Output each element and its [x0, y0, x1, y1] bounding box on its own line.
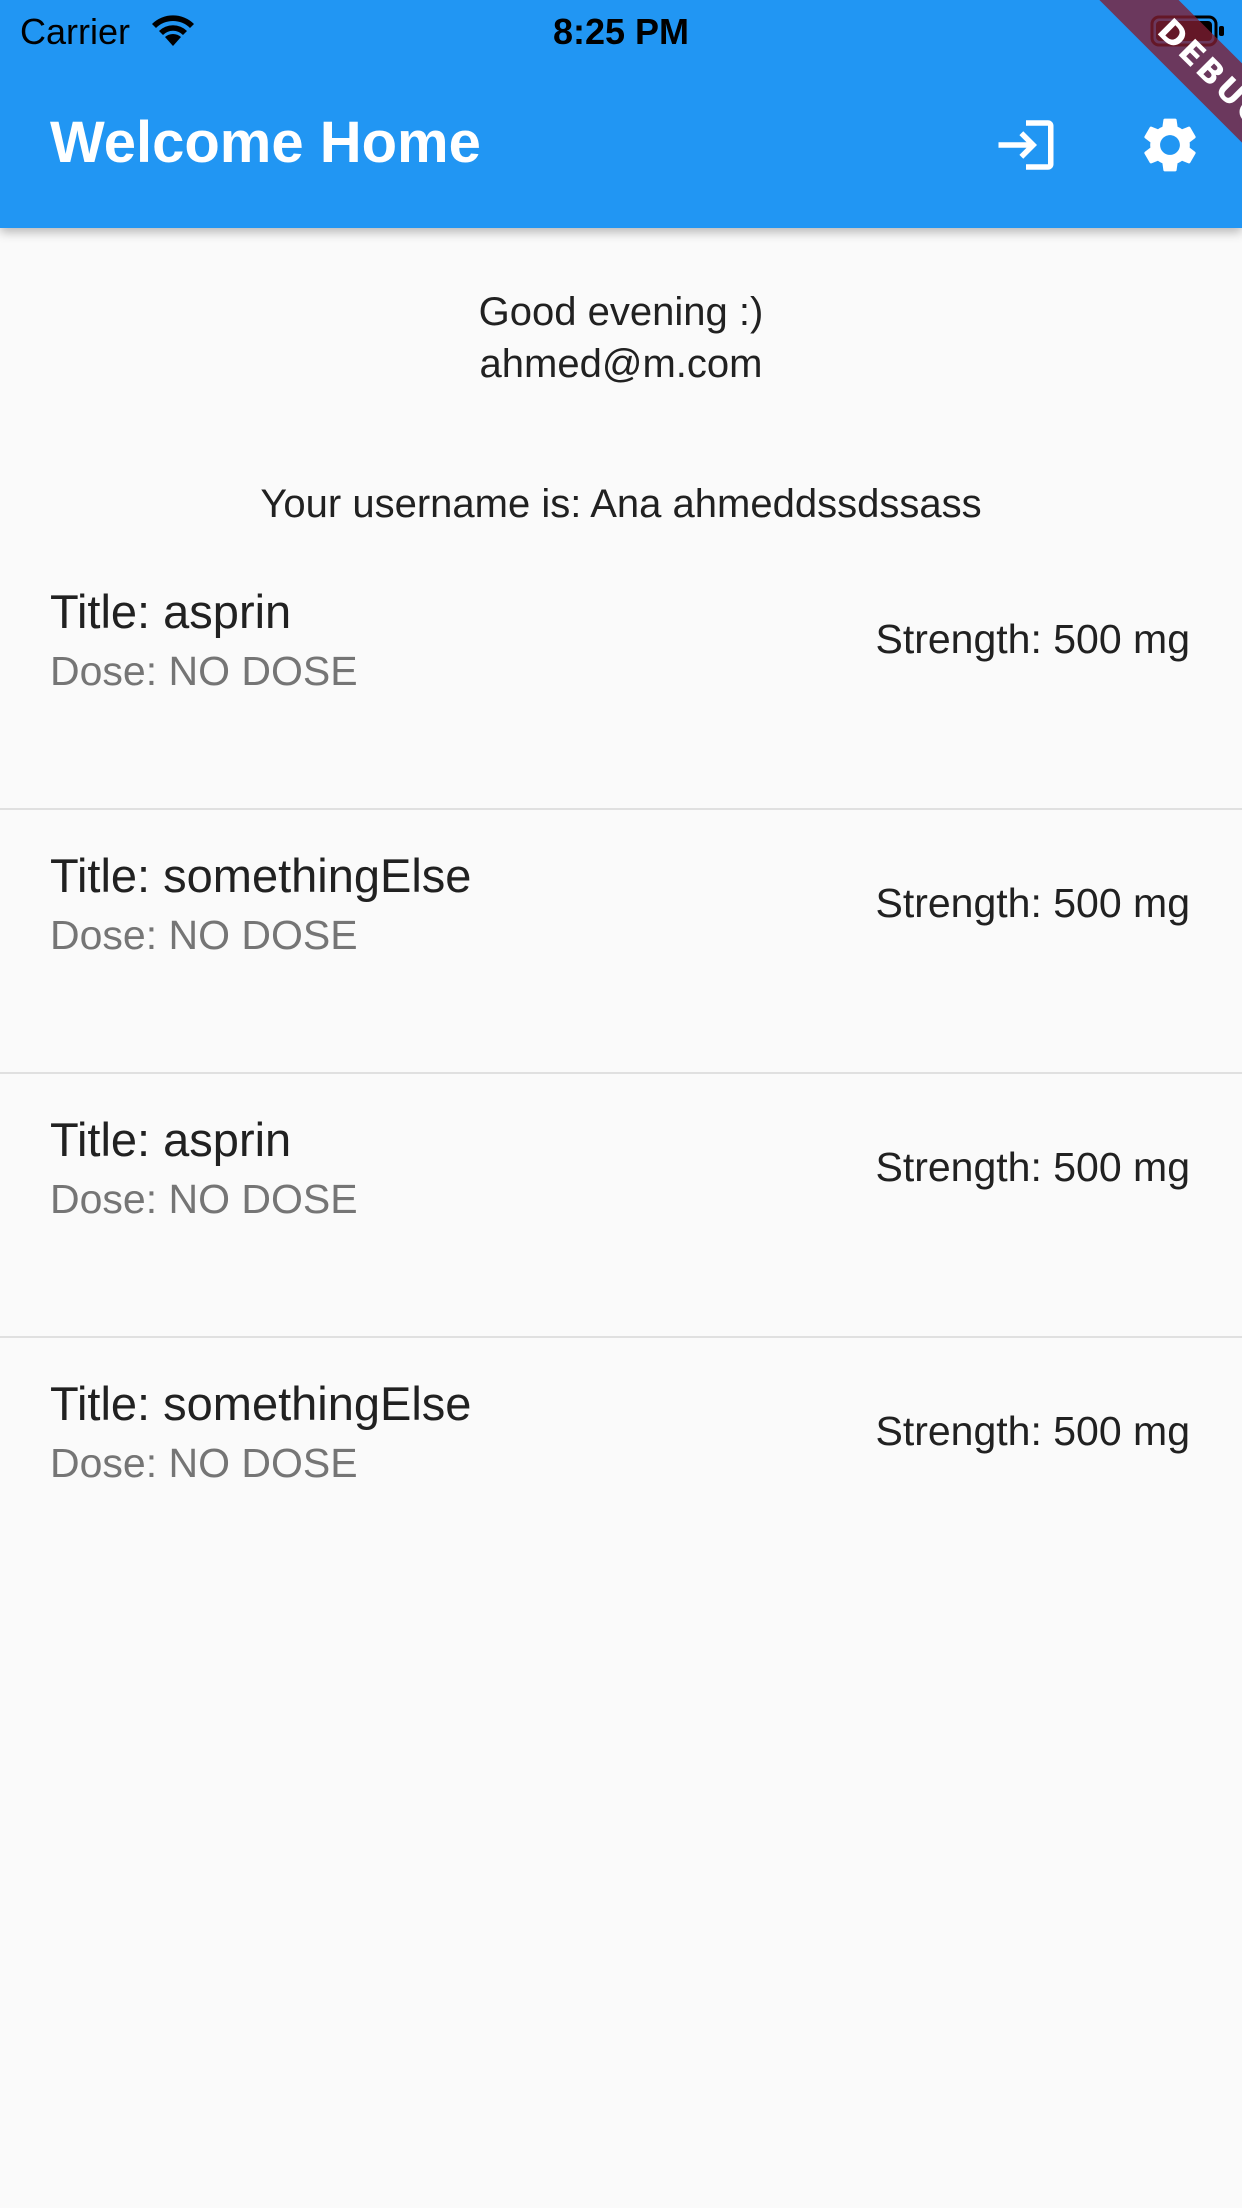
status-bar: Carrier 8:25 PM [0, 0, 1242, 62]
status-time: 8:25 PM [552, 11, 690, 52]
user-email: ahmed@m.com [479, 342, 763, 386]
gear-icon[interactable] [1137, 112, 1203, 178]
login-icon[interactable] [993, 112, 1059, 178]
medication-strength: Strength: 500 mg [875, 880, 1190, 926]
medication-title: Title: somethingElse [50, 1377, 472, 1430]
greeting-block: Good evening :) ahmed@m.com [0, 286, 1242, 390]
medication-strength: Strength: 500 mg [875, 616, 1190, 662]
medication-dose: Dose: NO DOSE [50, 1176, 358, 1222]
medication-list-item[interactable]: Title: somethingElse Dose: NO DOSE Stren… [0, 1338, 1242, 1602]
page-title: Welcome Home [50, 110, 481, 175]
medication-dose: Dose: NO DOSE [50, 912, 358, 958]
medication-strength: Strength: 500 mg [875, 1144, 1190, 1190]
medication-list-item[interactable]: Title: somethingElse Dose: NO DOSE Stren… [0, 810, 1242, 1074]
medication-title: Title: asprin [50, 585, 292, 638]
medication-strength: Strength: 500 mg [875, 1408, 1190, 1454]
medication-title: Title: somethingElse [50, 849, 472, 902]
medication-list-item[interactable]: Title: asprin Dose: NO DOSE Strength: 50… [0, 546, 1242, 810]
greeting-message: Good evening :) [478, 290, 764, 334]
medication-dose: Dose: NO DOSE [50, 1440, 358, 1486]
medication-dose: Dose: NO DOSE [50, 648, 358, 694]
medication-title: Title: asprin [50, 1113, 292, 1166]
medication-list-item[interactable]: Title: asprin Dose: NO DOSE Strength: 50… [0, 1074, 1242, 1338]
medication-list: Title: asprin Dose: NO DOSE Strength: 50… [0, 546, 1242, 1602]
username-text: Your username is: Ana ahmeddssdssass [260, 482, 982, 526]
app-bar: Carrier 8:25 PM Welcome Home [0, 0, 1242, 228]
